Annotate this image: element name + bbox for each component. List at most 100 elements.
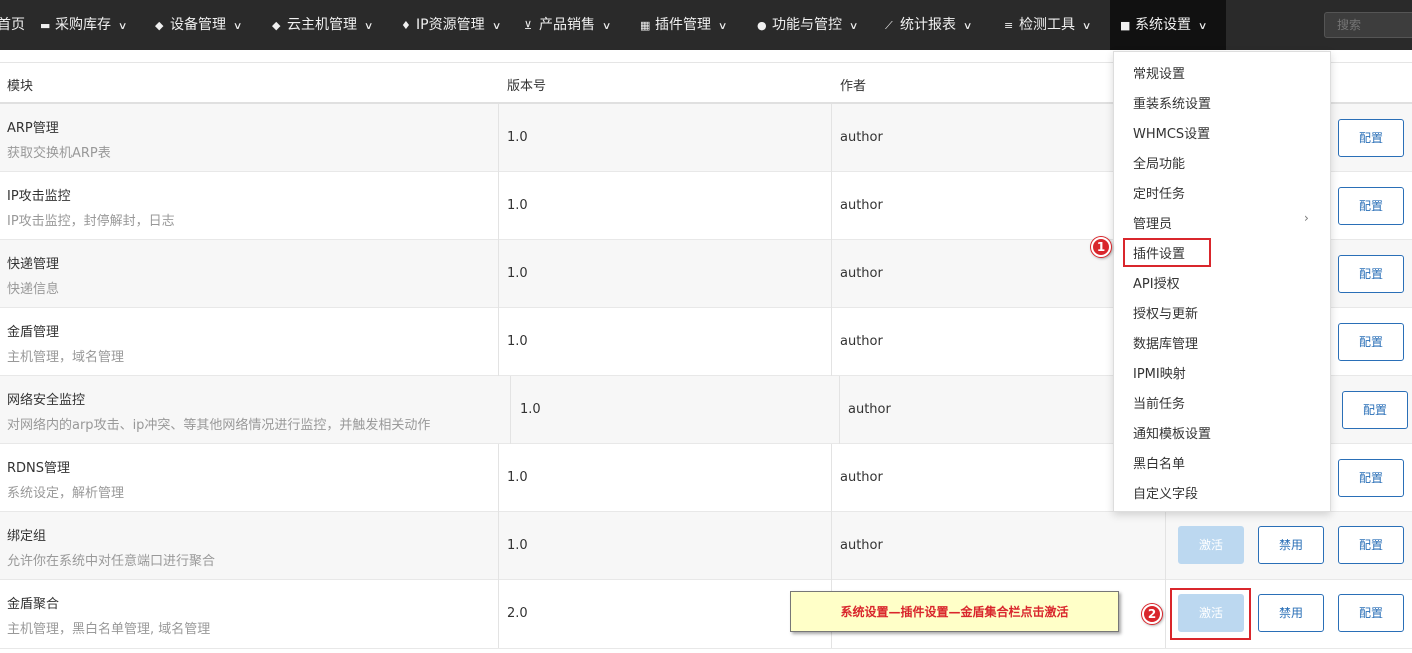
nav-label: 产品销售 xyxy=(539,17,595,33)
instruction-callout: 系统设置—插件设置—金盾集合栏点击激活 xyxy=(790,591,1119,632)
module-name: 绑定组 xyxy=(7,529,47,544)
cart-icon: ⊻ xyxy=(524,19,533,32)
grid-icon: ▦ xyxy=(640,19,651,32)
disable-button[interactable]: 禁用 xyxy=(1258,526,1324,564)
chevron-down-icon: ∨ xyxy=(848,21,859,32)
nav-device-management[interactable]: ◆ 设备管理 ∨ xyxy=(155,0,243,50)
nav-product-sales[interactable]: ⊻ 产品销售 ∨ xyxy=(524,0,612,50)
nav-plugin-management[interactable]: ▦ 插件管理 ∨ xyxy=(640,0,728,50)
menu-item-database-management[interactable]: 数据库管理 xyxy=(1133,333,1198,352)
nav-label: 系统设置 xyxy=(1135,17,1191,33)
nav-detection-tools[interactable]: ≡ 检测工具 ∨ xyxy=(1004,0,1091,50)
version-cell: 1.0 xyxy=(498,240,831,308)
menu-item-api-authorization[interactable]: API授权 xyxy=(1133,273,1180,292)
nav-label: 功能与管控 xyxy=(772,17,842,33)
nav-statistics-reports[interactable]: ⟋ 统计报表 ∨ xyxy=(885,0,972,50)
nav-cloud-host-management[interactable]: ◆ 云主机管理 ∨ xyxy=(272,0,373,50)
step-marker-2: 2 xyxy=(1142,604,1162,624)
module-desc: 主机管理，域名管理 xyxy=(7,350,125,365)
nav-ip-resource-management[interactable]: ♦ IP资源管理 ∨ xyxy=(401,0,501,50)
module-desc: 获取交换机ARP表 xyxy=(7,146,111,161)
nav-home[interactable]: 首页 xyxy=(0,0,25,50)
author-value: author xyxy=(840,266,883,281)
config-button[interactable]: 配置 xyxy=(1338,119,1404,157)
header-module: 模块 xyxy=(7,79,34,94)
menu-item-notification-templates[interactable]: 通知模板设置 xyxy=(1133,423,1211,442)
nav-home-label: 首页 xyxy=(0,17,25,33)
module-desc: 系统设定，解析管理 xyxy=(7,486,125,501)
nav-purchase-inventory[interactable]: ▬ 采购库存 ∨ xyxy=(40,0,128,50)
config-button[interactable]: 配置 xyxy=(1338,323,1404,361)
version-value: 1.0 xyxy=(507,334,528,349)
author-cell: author xyxy=(831,512,1165,580)
menu-item-global-functions[interactable]: 全局功能 xyxy=(1133,153,1185,172)
config-button[interactable]: 配置 xyxy=(1342,391,1408,429)
version-value: 1.0 xyxy=(507,198,528,213)
menu-item-general-settings[interactable]: 常规设置 xyxy=(1133,63,1185,82)
menu-item-black-white-list[interactable]: 黑白名单 xyxy=(1133,453,1185,472)
chevron-right-icon: › xyxy=(1304,211,1309,225)
author-value: author xyxy=(840,470,883,485)
line-chart-icon: ⟋ xyxy=(885,19,893,32)
nav-label: 检测工具 xyxy=(1019,17,1075,33)
config-button[interactable]: 配置 xyxy=(1338,594,1404,632)
module-desc: 快递信息 xyxy=(7,282,60,297)
module-name: 金盾管理 xyxy=(7,325,60,340)
nav-label: 设备管理 xyxy=(170,17,226,33)
activate-highlight xyxy=(1170,588,1251,640)
cubes-icon: ◆ xyxy=(272,19,281,32)
author-value: author xyxy=(840,334,883,349)
nav-label: 云主机管理 xyxy=(287,17,357,33)
module-name: RDNS管理 xyxy=(7,461,71,476)
plugin-settings-highlight xyxy=(1123,238,1211,267)
module-name: IP攻击监控 xyxy=(7,189,71,204)
menu-item-custom-fields[interactable]: 自定义字段 xyxy=(1133,483,1198,502)
module-name: 快递管理 xyxy=(7,257,60,272)
menu-item-reinstall-settings[interactable]: 重装系统设置 xyxy=(1133,93,1211,112)
menu-item-current-tasks[interactable]: 当前任务 xyxy=(1133,393,1185,412)
config-button[interactable]: 配置 xyxy=(1338,526,1404,564)
th-large-icon: ■ xyxy=(1120,19,1131,32)
module-name: 金盾聚合 xyxy=(7,597,60,612)
menu-item-license-update[interactable]: 授权与更新 xyxy=(1133,303,1198,322)
table-row: 绑定组 允许你在系统中对任意端口进行聚合 1.0 author 激活 禁用 配置 xyxy=(0,512,1412,580)
author-value: author xyxy=(840,198,883,213)
search-input[interactable] xyxy=(1324,12,1412,38)
author-value: author xyxy=(840,130,883,145)
author-value: author xyxy=(840,538,883,553)
version-cell: 1.0 xyxy=(510,376,839,444)
chevron-down-icon: ∨ xyxy=(717,21,728,32)
module-desc: IP攻击监控，封停解封，日志 xyxy=(7,214,175,229)
menu-item-scheduled-tasks[interactable]: 定时任务 xyxy=(1133,183,1185,202)
header-version: 版本号 xyxy=(507,79,547,94)
menu-item-ipmi-mapping[interactable]: IPMI映射 xyxy=(1133,363,1186,382)
nav-label: 采购库存 xyxy=(55,17,111,33)
system-settings-dropdown: 常规设置 重装系统设置 WHMCS设置 全局功能 定时任务 管理员 › 插件设置… xyxy=(1113,51,1331,512)
author-value: author xyxy=(848,402,891,417)
nav-label: 插件管理 xyxy=(655,17,711,33)
nav-system-settings[interactable]: ■ 系统设置 ∨ xyxy=(1110,0,1226,50)
version-cell: 2.0 xyxy=(498,580,831,648)
menu-item-whmcs-settings[interactable]: WHMCS设置 xyxy=(1133,123,1210,142)
hdd-icon: ▬ xyxy=(40,19,51,32)
config-button[interactable]: 配置 xyxy=(1338,459,1404,497)
config-button[interactable]: 配置 xyxy=(1338,187,1404,225)
top-navbar: 首页 ▬ 采购库存 ∨ ◆ 设备管理 ∨ ◆ 云主机管理 ∨ ♦ IP资源管理 ∨ ⊻ 产品销售 ∨… xyxy=(0,0,1412,50)
config-button[interactable]: 配置 xyxy=(1338,255,1404,293)
chevron-down-icon: ∨ xyxy=(601,21,612,32)
menu-item-administrators[interactable]: 管理员 xyxy=(1133,213,1172,232)
version-cell: 1.0 xyxy=(498,512,831,580)
chevron-down-icon: ∨ xyxy=(117,21,128,32)
version-value: 1.0 xyxy=(507,266,528,281)
nav-functions-control[interactable]: ● 功能与管控 ∨ xyxy=(757,0,859,50)
chevron-down-icon: ∨ xyxy=(232,21,243,32)
activate-button[interactable]: 激活 xyxy=(1178,526,1244,564)
chevron-down-icon: ∨ xyxy=(1197,21,1208,32)
info-icon: ● xyxy=(757,19,767,32)
header-author: 作者 xyxy=(840,79,867,94)
version-value: 1.0 xyxy=(507,470,528,485)
module-desc: 主机管理，黑白名单管理, 域名管理 xyxy=(7,622,211,637)
module-desc: 允许你在系统中对任意端口进行聚合 xyxy=(7,554,216,569)
disable-button[interactable]: 禁用 xyxy=(1258,594,1324,632)
version-cell: 1.0 xyxy=(498,172,831,240)
